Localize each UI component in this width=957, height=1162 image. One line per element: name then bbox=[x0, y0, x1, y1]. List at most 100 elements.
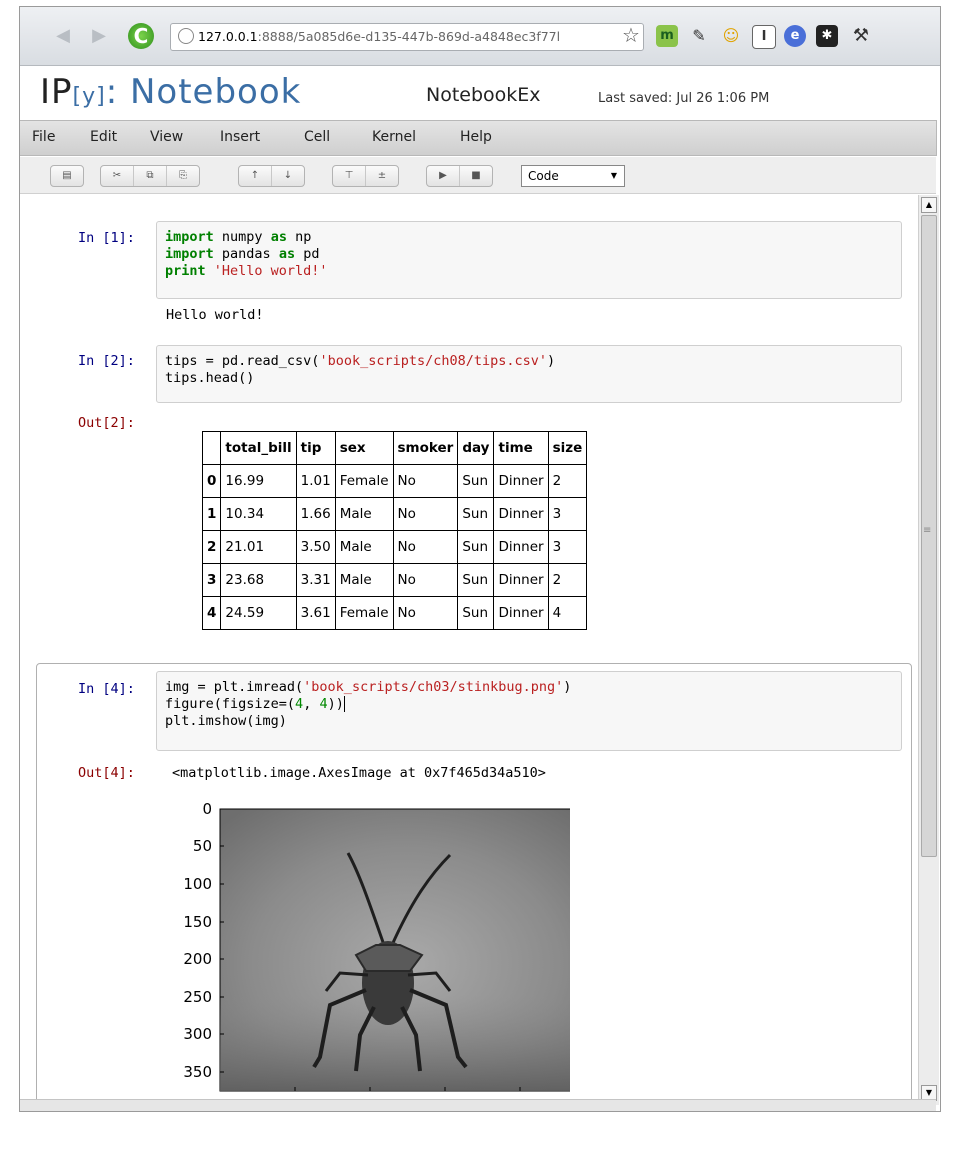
copy-icon[interactable]: ⧉ bbox=[134, 166, 167, 186]
insert-above-icon[interactable]: ⊤ bbox=[333, 166, 366, 186]
scroll-up-icon[interactable]: ▲ bbox=[921, 197, 937, 213]
table-cell: 1.66 bbox=[295, 497, 336, 531]
notebook-name[interactable]: NotebookEx bbox=[426, 84, 541, 106]
table-row: 4 24.59 3.61 Female No Sun Dinner 4 bbox=[201, 596, 588, 630]
table-cell: 2 bbox=[547, 464, 588, 498]
notebook-toolbar: ▤ ✂ ⧉ ⎘ ↑ ↓ ⊤ ± ▶ ■ Code ▼ bbox=[20, 157, 936, 194]
extension-blue-icon[interactable]: e bbox=[784, 25, 806, 47]
y-tick-label: 200 bbox=[183, 950, 212, 968]
code-text: np bbox=[286, 229, 312, 245]
y-tick-label: 50 bbox=[193, 837, 212, 855]
table-cell: 1.01 bbox=[295, 464, 336, 498]
table-cell: 10.34 bbox=[220, 497, 297, 531]
vertical-scrollbar[interactable]: ▲ ≡ ▼ bbox=[918, 195, 939, 1105]
cell-2-prompt: In [2]: bbox=[78, 353, 135, 369]
code-number: 4 bbox=[319, 696, 328, 712]
menu-edit[interactable]: Edit bbox=[90, 129, 117, 145]
code-text: plt.imshow(img) bbox=[165, 713, 287, 729]
cell-2-out-prompt: Out[2]: bbox=[78, 415, 135, 431]
table-cell: Dinner bbox=[493, 530, 549, 564]
ipython-logo: IP[y]: Notebook bbox=[40, 72, 301, 112]
code-text: pd bbox=[295, 246, 320, 262]
table-row: 0 16.99 1.01 Female No Sun Dinner 2 bbox=[201, 464, 588, 498]
table-cell: 24.59 bbox=[220, 596, 297, 630]
row-index: 3 bbox=[201, 563, 222, 597]
row-index: 0 bbox=[201, 464, 222, 498]
extension-i-icon[interactable]: I bbox=[752, 25, 776, 49]
image-axes bbox=[219, 808, 570, 1092]
row-index: 1 bbox=[201, 497, 222, 531]
code-text: img = plt.imread( bbox=[165, 679, 304, 695]
code-keyword: as bbox=[270, 229, 287, 245]
code-text: , bbox=[303, 696, 320, 712]
menu-help[interactable]: Help bbox=[460, 129, 492, 145]
save-icon[interactable]: ▤ bbox=[51, 166, 83, 186]
reload-icon[interactable]: C bbox=[128, 23, 154, 49]
wrench-icon[interactable]: ⚒ bbox=[850, 25, 872, 47]
table-cell: No bbox=[392, 563, 459, 597]
face-icon[interactable]: ☺ bbox=[720, 25, 742, 47]
scroll-thumb[interactable] bbox=[921, 215, 937, 857]
stop-icon[interactable]: ■ bbox=[460, 166, 492, 186]
notebook-header: IP[y]: Notebook NotebookEx Last saved: J… bbox=[20, 66, 940, 118]
save-group: ▤ bbox=[50, 165, 84, 187]
menu-insert[interactable]: Insert bbox=[220, 129, 260, 145]
browser-window: ◀ ▶ C 127.0.0.1:8888/5a085d6e-d135-447b-… bbox=[19, 6, 941, 1112]
move-up-icon[interactable]: ↑ bbox=[239, 166, 272, 186]
cell-2-input[interactable]: tips = pd.read_csv('book_scripts/ch08/ti… bbox=[156, 345, 902, 403]
code-keyword: import bbox=[165, 246, 214, 262]
edit-group: ✂ ⧉ ⎘ bbox=[100, 165, 200, 187]
logo-bracket: [y] bbox=[72, 84, 106, 109]
cell-1-output: Hello world! bbox=[166, 307, 264, 323]
grip-icon: ≡ bbox=[923, 525, 932, 536]
code-string: 'book_scripts/ch08/tips.csv' bbox=[319, 353, 548, 369]
y-tick-label: 250 bbox=[183, 988, 212, 1006]
menu-kernel[interactable]: Kernel bbox=[372, 129, 416, 145]
table-cell: 3.31 bbox=[295, 563, 336, 597]
row-index: 4 bbox=[201, 596, 222, 630]
table-cell: No bbox=[392, 530, 459, 564]
forward-arrow-icon[interactable]: ▶ bbox=[88, 25, 110, 47]
table-cell: Sun bbox=[457, 563, 495, 597]
code-text: tips = pd.read_csv( bbox=[165, 353, 320, 369]
y-tick-label: 350 bbox=[183, 1063, 212, 1081]
cell-1-input[interactable]: import numpy as np import pandas as pd p… bbox=[156, 221, 902, 299]
matplotlib-figure: 0 50 100 150 200 250 300 350 0 100 200 3… bbox=[183, 800, 570, 1105]
globe-icon bbox=[178, 28, 194, 44]
move-down-icon[interactable]: ↓ bbox=[272, 166, 304, 186]
column-header: time bbox=[493, 431, 549, 465]
horizontal-scrollbar[interactable] bbox=[20, 1099, 936, 1111]
column-header: smoker bbox=[392, 431, 459, 465]
menu-view[interactable]: View bbox=[150, 129, 183, 145]
y-tick-label: 0 bbox=[202, 800, 212, 818]
pin-icon[interactable]: ✎ bbox=[688, 25, 710, 47]
paste-icon[interactable]: ⎘ bbox=[167, 166, 199, 186]
table-cell: Dinner bbox=[493, 563, 549, 597]
menu-cell[interactable]: Cell bbox=[304, 129, 330, 145]
code-text: pandas bbox=[213, 246, 279, 262]
cell-type-select[interactable]: Code ▼ bbox=[521, 165, 625, 187]
table-cell: 2 bbox=[547, 563, 588, 597]
url-path: :8888/5a085d6e-d135-447b-869d-a4848ec3f7… bbox=[257, 29, 561, 44]
cell-1-prompt: In [1]: bbox=[78, 230, 135, 246]
cell-4-input[interactable]: img = plt.imread('book_scripts/ch03/stin… bbox=[156, 671, 902, 751]
cut-icon[interactable]: ✂ bbox=[101, 166, 134, 186]
browser-toolbar: ◀ ▶ C 127.0.0.1:8888/5a085d6e-d135-447b-… bbox=[20, 7, 940, 66]
extension-puzzle-icon[interactable]: ✱ bbox=[816, 25, 838, 47]
code-text: numpy bbox=[213, 229, 271, 245]
text-cursor bbox=[343, 696, 345, 712]
last-saved: Last saved: Jul 26 1:06 PM bbox=[598, 91, 770, 106]
run-icon[interactable]: ▶ bbox=[427, 166, 460, 186]
code-number: 4 bbox=[295, 696, 304, 712]
menu-file[interactable]: File bbox=[32, 129, 55, 145]
table-cell: Male bbox=[334, 497, 394, 531]
logo-main: IP bbox=[40, 72, 73, 112]
bookmark-star-icon[interactable]: ☆ bbox=[622, 23, 640, 47]
address-bar[interactable]: 127.0.0.1:8888/5a085d6e-d135-447b-869d-a… bbox=[170, 23, 644, 51]
insert-below-icon[interactable]: ± bbox=[366, 166, 398, 186]
table-cell: Male bbox=[334, 530, 394, 564]
table-header-row: total_bill tip sex smoker day time size bbox=[201, 431, 588, 465]
table-cell: No bbox=[392, 497, 459, 531]
extension-m-icon[interactable]: m bbox=[656, 25, 678, 47]
back-arrow-icon[interactable]: ◀ bbox=[52, 25, 74, 47]
